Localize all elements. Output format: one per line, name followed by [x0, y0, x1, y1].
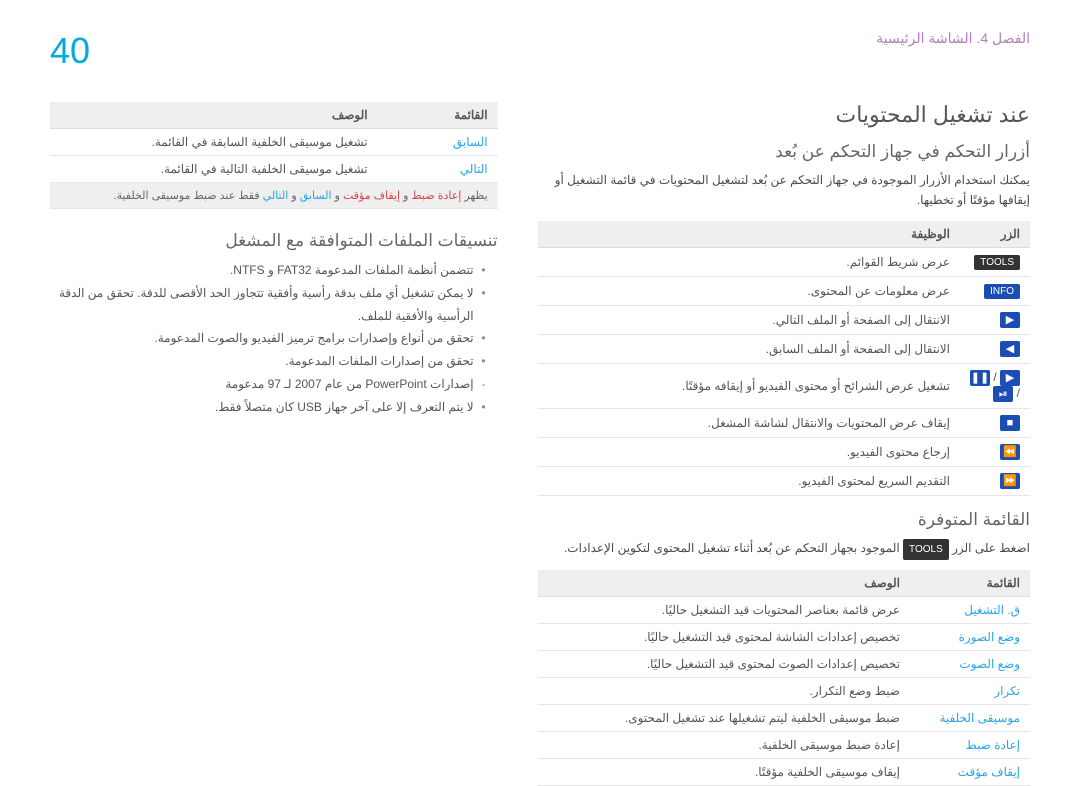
- pn-desc-cell: تشغيل موسيقى الخلفية السابقة في القائمة.: [50, 129, 378, 156]
- tools-button-label: TOOLS: [903, 539, 949, 560]
- file-format-list: تتضمن أنظمة الملفات المدعومة FAT32 و NTF…: [50, 259, 498, 419]
- list-item: تحقق من أنواع وإصدارات برامج ترميز الفيد…: [50, 327, 486, 350]
- buttons-th-function: الوظيفة: [538, 221, 960, 248]
- button-icon-cell: ▶: [960, 305, 1030, 334]
- menu-desc-cell: تخصيص إعدادات الشاشة لمحتوى قيد التشغيل …: [538, 623, 910, 650]
- menu-th-menu: القائمة: [910, 570, 1030, 597]
- tools-icon: TOOLS: [974, 255, 1020, 270]
- button-icon-cell: ⏩: [960, 466, 1030, 495]
- menu-desc-cell: ضبط وضع التكرار.: [538, 677, 910, 704]
- button-icon-cell: ■: [960, 408, 1030, 437]
- button-icon-cell: TOOLS: [960, 247, 1030, 276]
- menu-desc-cell: تخصيص إعدادات الصوت لمحتوى قيد التشغيل ح…: [538, 650, 910, 677]
- page-header: الفصل 4. الشاشة الرئيسية 40: [50, 30, 1030, 72]
- menu-name-cell: إيقاف مؤقت: [910, 758, 1030, 785]
- available-menu-para: اضغط على الزر TOOLS الموجود بجهاز التحكم…: [538, 538, 1030, 560]
- button-desc-cell: الانتقال إلى الصفحة أو الملف التالي.: [538, 305, 960, 334]
- pn-menu-cell: السابق: [378, 129, 498, 156]
- button-icon-cell: ⏪: [960, 437, 1030, 466]
- button-icon-cell: ▶ / ❚❚ / ⏯: [960, 363, 1030, 408]
- menu-desc-cell: إيقاف موسيقى الخلفية مؤقتًا.: [538, 758, 910, 785]
- subsection-available-menu: القائمة المتوفرة: [538, 510, 1030, 530]
- media-icon: ◀: [1000, 341, 1020, 357]
- menu-desc-cell: ضبط موسيقى الخلفية ليتم تشغيلها عند تشغي…: [538, 704, 910, 731]
- menu-desc-cell: إعادة ضبط موسيقى الخلفية.: [538, 731, 910, 758]
- media-icon: ■: [1000, 415, 1020, 431]
- media-icon: ⏩: [1000, 473, 1020, 489]
- menu-row: وضع الصورةتخصيص إعدادات الشاشة لمحتوى قي…: [538, 623, 1030, 650]
- page-number: 40: [50, 30, 90, 72]
- media-icon: ❚❚: [970, 370, 990, 386]
- menu-row: تكرارضبط وضع التكرار.: [538, 677, 1030, 704]
- menu-name-cell: ق. التشغيل: [910, 596, 1030, 623]
- menu-name-cell: وضع الصورة: [910, 623, 1030, 650]
- list-item: تتضمن أنظمة الملفات المدعومة FAT32 و NTF…: [50, 259, 486, 282]
- remote-buttons-para: يمكنك استخدام الأزرار الموجودة في جهاز ا…: [538, 170, 1030, 211]
- menu-table: القائمة الوصف ق. التشغيلعرض قائمة بعناصر…: [538, 570, 1030, 786]
- note-reset: إعادة ضبط: [412, 190, 462, 202]
- main-columns: عند تشغيل المحتويات أزرار التحكم في جهاز…: [50, 102, 1030, 786]
- menu-name-cell: إعادة ضبط: [910, 731, 1030, 758]
- subsection-remote-buttons: أزرار التحكم في جهاز التحكم عن بُعد: [538, 142, 1030, 162]
- button-icon-cell: ◀: [960, 334, 1030, 363]
- subsection-file-formats: تنسيقات الملفات المتوافقة مع المشغل: [50, 231, 498, 251]
- menu-desc-cell: عرض قائمة بعناصر المحتويات قيد التشغيل ح…: [538, 596, 910, 623]
- menu-name-cell: وضع الصوت: [910, 650, 1030, 677]
- menu-row: إعادة ضبطإعادة ضبط موسيقى الخلفية.: [538, 731, 1030, 758]
- media-icon: ⏯: [993, 386, 1013, 402]
- list-item: تحقق من إصدارات الملفات المدعومة.: [50, 350, 486, 373]
- buttons-row: ◀ الانتقال إلى الصفحة أو الملف السابق.: [538, 334, 1030, 363]
- prev-next-table: القائمة الوصف السابقتشغيل موسيقى الخلفية…: [50, 102, 498, 209]
- left-column: القائمة الوصف السابقتشغيل موسيقى الخلفية…: [50, 102, 498, 786]
- menu-name-cell: تكرار: [910, 677, 1030, 704]
- note-prev: السابق: [300, 190, 332, 202]
- note-next: التالي: [263, 190, 289, 202]
- pn-th-desc: الوصف: [50, 102, 378, 129]
- info-icon: INFO: [984, 284, 1020, 299]
- button-desc-cell: تشغيل عرض الشرائح أو محتوى الفيديو أو إي…: [538, 363, 960, 408]
- media-icon: ▶: [1000, 370, 1020, 386]
- media-icon: ⏪: [1000, 444, 1020, 460]
- note-pause: إيقاف مؤقت: [343, 190, 400, 202]
- pn-th-menu: القائمة: [378, 102, 498, 129]
- pn-row: السابقتشغيل موسيقى الخلفية السابقة في ال…: [50, 129, 498, 156]
- button-desc-cell: إيقاف عرض المحتويات والانتقال لشاشة المش…: [538, 408, 960, 437]
- button-icon-cell: INFO: [960, 276, 1030, 305]
- menu-name-cell: موسيقى الخلفية: [910, 704, 1030, 731]
- menu-th-desc: الوصف: [538, 570, 910, 597]
- menu-row: إيقاف مؤقتإيقاف موسيقى الخلفية مؤقتًا.: [538, 758, 1030, 785]
- menu-row: ق. التشغيلعرض قائمة بعناصر المحتويات قيد…: [538, 596, 1030, 623]
- buttons-row: ▶ / ❚❚ / ⏯تشغيل عرض الشرائح أو محتوى الف…: [538, 363, 1030, 408]
- list-item: لا يتم التعرف إلا على آخر جهاز USB كان م…: [50, 396, 486, 419]
- list-item: لا يمكن تشغيل أي ملف بدقة رأسية وأفقية ت…: [50, 282, 486, 328]
- list-item: إصدارات PowerPoint من عام 2007 لـ 97 مدع…: [50, 373, 486, 396]
- chapter-label: الفصل 4. الشاشة الرئيسية: [876, 30, 1030, 47]
- buttons-row: TOOLS عرض شريط القوائم.: [538, 247, 1030, 276]
- buttons-row: ⏩ التقديم السريع لمحتوى الفيديو.: [538, 466, 1030, 495]
- section-title-playing: عند تشغيل المحتويات: [538, 102, 1030, 128]
- buttons-row: INFO عرض معلومات عن المحتوى.: [538, 276, 1030, 305]
- buttons-table: الزر الوظيفة TOOLS عرض شريط القوائم. INFO ع…: [538, 221, 1030, 496]
- note-row: يظهر إعادة ضبط و إيقاف مؤقت و السابق و ا…: [50, 183, 498, 209]
- button-desc-cell: التقديم السريع لمحتوى الفيديو.: [538, 466, 960, 495]
- pn-desc-cell: تشغيل موسيقى الخلفية التالية في القائمة.: [50, 156, 378, 183]
- button-desc-cell: عرض شريط القوائم.: [538, 247, 960, 276]
- pn-row: التاليتشغيل موسيقى الخلفية التالية في ال…: [50, 156, 498, 183]
- buttons-row: ⏪ إرجاع محتوى الفيديو.: [538, 437, 1030, 466]
- button-desc-cell: الانتقال إلى الصفحة أو الملف السابق.: [538, 334, 960, 363]
- menu-row: موسيقى الخلفيةضبط موسيقى الخلفية ليتم تش…: [538, 704, 1030, 731]
- right-column: عند تشغيل المحتويات أزرار التحكم في جهاز…: [538, 102, 1030, 786]
- menu-row: وضع الصوتتخصيص إعدادات الصوت لمحتوى قيد …: [538, 650, 1030, 677]
- button-desc-cell: إرجاع محتوى الفيديو.: [538, 437, 960, 466]
- media-icon: ▶: [1000, 312, 1020, 328]
- pn-menu-cell: التالي: [378, 156, 498, 183]
- buttons-row: ■ إيقاف عرض المحتويات والانتقال لشاشة الم…: [538, 408, 1030, 437]
- button-desc-cell: عرض معلومات عن المحتوى.: [538, 276, 960, 305]
- buttons-th-button: الزر: [960, 221, 1030, 248]
- buttons-row: ▶ الانتقال إلى الصفحة أو الملف التالي.: [538, 305, 1030, 334]
